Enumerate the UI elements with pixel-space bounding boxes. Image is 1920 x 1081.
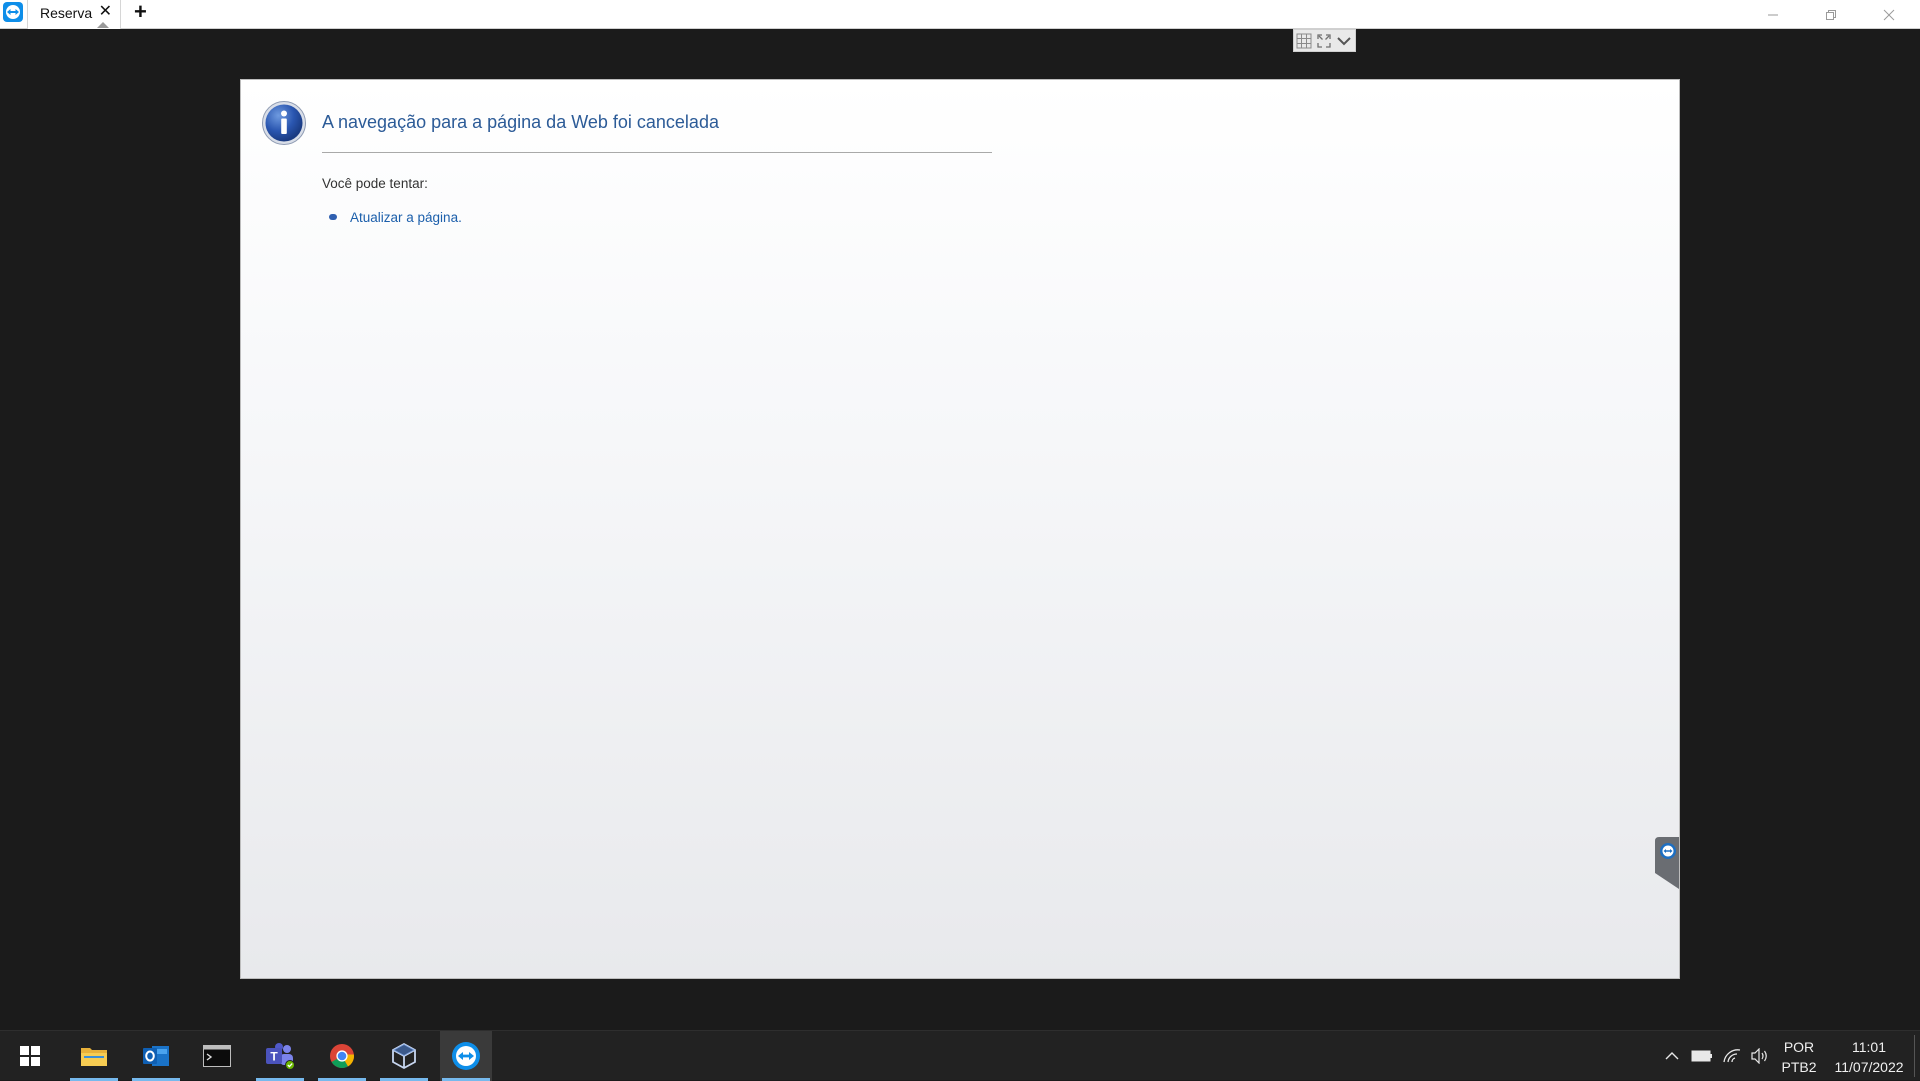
grid-icon[interactable] <box>1294 30 1314 51</box>
title-divider <box>322 152 992 153</box>
taskbar: T POR PTB2 11:01 11/07/2022 <box>0 1030 1920 1081</box>
restore-button[interactable] <box>1802 0 1860 29</box>
volume-icon[interactable] <box>1748 1045 1772 1067</box>
svg-text:T: T <box>270 1050 278 1064</box>
info-icon <box>262 101 306 145</box>
tab-label: Reserva <box>40 5 93 21</box>
language-code: POR <box>1783 1039 1815 1055</box>
windows-icon <box>20 1046 40 1066</box>
tab-close-icon[interactable]: ✕ <box>99 3 112 21</box>
tab-active-indicator <box>97 22 109 28</box>
taskbar-chrome[interactable] <box>316 1031 368 1081</box>
keyboard-layout: PTB2 <box>1781 1059 1817 1075</box>
chrome-icon <box>330 1044 354 1069</box>
terminal-icon <box>203 1045 231 1067</box>
teamviewer-side-handle-icon[interactable] <box>1655 837 1679 889</box>
folder-icon <box>81 1048 107 1066</box>
taskbar-outlook[interactable] <box>130 1031 182 1081</box>
close-window-button[interactable] <box>1860 0 1918 29</box>
taskbar-teamviewer[interactable] <box>440 1031 492 1081</box>
clock-date: 11/07/2022 <box>1834 1059 1904 1075</box>
chevron-down-icon[interactable] <box>1334 30 1354 51</box>
taskbar-clock[interactable]: 11:01 11/07/2022 <box>1826 1037 1912 1077</box>
teamviewer-logo-icon[interactable] <box>2 1 24 23</box>
try-label: Você pode tentar: <box>322 176 428 191</box>
page-title: A navegação para a página da Web foi can… <box>322 112 719 132</box>
show-desktop-button[interactable] <box>1914 1035 1915 1077</box>
top-tab-bar: Reserva ✕ + <box>0 0 1920 29</box>
tab-reserva[interactable]: Reserva ✕ <box>27 0 121 29</box>
taskbar-file-explorer[interactable] <box>68 1031 120 1081</box>
minimize-button[interactable] <box>1744 0 1802 29</box>
restore-icon <box>1826 9 1836 20</box>
taskbar-terminal[interactable] <box>191 1031 243 1081</box>
close-icon <box>1883 9 1895 20</box>
battery-icon[interactable] <box>1690 1045 1714 1067</box>
refresh-page-link[interactable]: Atualizar a página. <box>350 210 462 225</box>
virtualbox-icon <box>392 1042 416 1070</box>
wifi-icon[interactable] <box>1720 1045 1744 1067</box>
fullscreen-icon[interactable] <box>1314 30 1334 51</box>
taskbar-virtualbox[interactable] <box>378 1031 430 1081</box>
start-button[interactable] <box>4 1031 56 1081</box>
teams-icon: T <box>266 1043 295 1070</box>
teamviewer-icon <box>452 1042 480 1070</box>
tray-overflow-chevron-icon[interactable] <box>1660 1045 1684 1067</box>
outlook-icon <box>143 1046 169 1066</box>
new-tab-button[interactable]: + <box>134 1 147 23</box>
remote-screen[interactable]: A navegação para a página da Web foi can… <box>240 79 1680 979</box>
input-language-indicator[interactable]: POR PTB2 <box>1776 1037 1822 1077</box>
bullet-icon <box>329 214 337 220</box>
remote-session-toolbar <box>1293 29 1356 52</box>
minimize-icon <box>1768 14 1778 15</box>
taskbar-teams[interactable]: T <box>254 1031 306 1081</box>
clock-time: 11:01 <box>1852 1039 1886 1055</box>
